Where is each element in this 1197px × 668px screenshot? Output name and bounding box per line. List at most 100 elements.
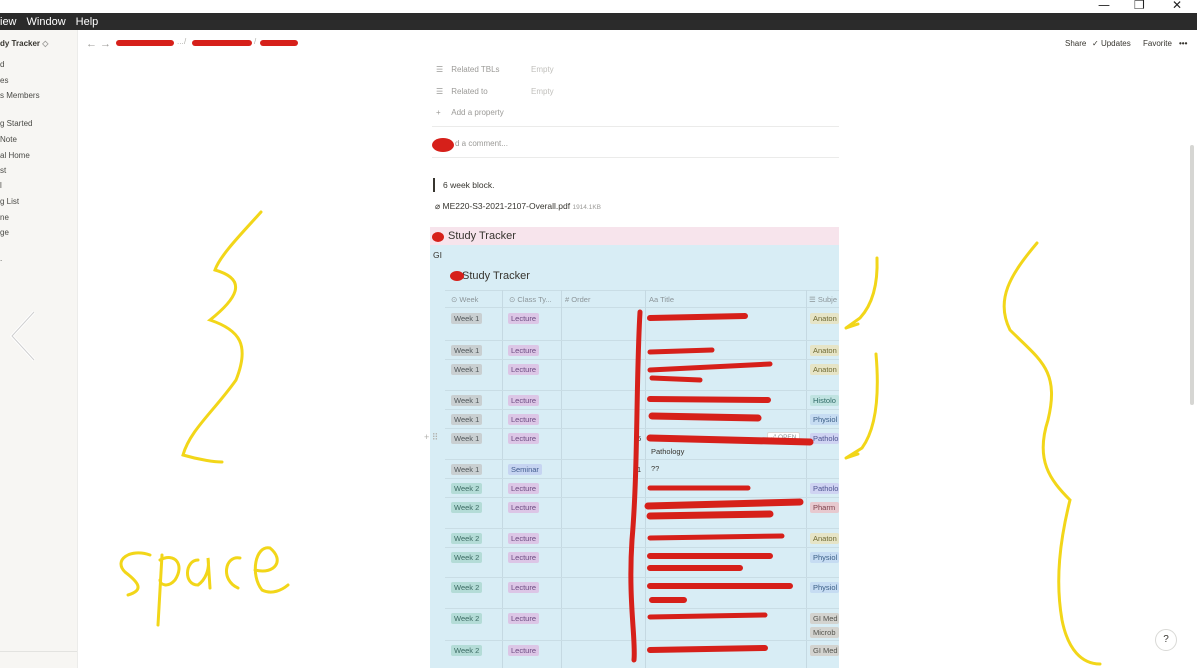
table-header: ⊙ Week ⊙ Class Ty... # Order Aa Title ☰ … (445, 290, 839, 308)
menu-help[interactable]: Help (71, 16, 104, 28)
column-label: Order (571, 295, 591, 304)
table-row[interactable]: Week 2 Lecture GI Med Microb (445, 609, 839, 641)
class-type-tag: Lecture (508, 502, 540, 513)
class-type-tag: Lecture (508, 313, 540, 324)
callout-title[interactable]: Study Tracker (448, 230, 516, 242)
subject-tag: GI Med (810, 613, 839, 624)
scrollbar[interactable] (1189, 60, 1195, 660)
table-row[interactable]: Week 2 Lecture Physiol (445, 548, 839, 578)
sidebar-item[interactable]: ge (0, 228, 9, 237)
column-title[interactable]: Aa Title (649, 295, 674, 304)
week-tag: Week 1 (451, 464, 483, 475)
restore-icon[interactable]: ❐ (1134, 0, 1145, 12)
table-row[interactable]: Week 1 Lecture Anaton (445, 360, 839, 391)
class-type-tag: Lecture (508, 552, 540, 563)
column-subject[interactable]: ☰ Subje (809, 295, 837, 304)
column-order[interactable]: # Order (565, 295, 590, 304)
week-tag: Week 2 (451, 483, 483, 494)
help-button[interactable]: ? (1155, 629, 1177, 651)
sidebar-item[interactable]: . (0, 254, 2, 263)
week-tag: Week 2 (451, 502, 483, 513)
sidebar-item[interactable]: l (0, 181, 2, 190)
sidebar-item-getting-started[interactable]: g Started (0, 119, 32, 128)
forward-arrow-icon[interactable]: → (100, 38, 111, 50)
column-week[interactable]: ⊙ Week (451, 295, 478, 304)
sidebar-item-members[interactable]: s Members (0, 91, 40, 100)
row-title: Pathology (651, 447, 685, 456)
paperclip-icon: ⌀ (435, 201, 441, 211)
drag-handle-icon[interactable]: + ⠿ (424, 432, 438, 443)
property-value[interactable]: Empty (531, 65, 554, 74)
class-type-tag: Lecture (508, 582, 540, 593)
property-related-to[interactable]: ☰ Related to Empty (436, 87, 554, 96)
sidebar-item-home[interactable]: al Home (0, 151, 30, 160)
database-title[interactable]: Study Tracker (462, 270, 530, 282)
scrollbar-thumb[interactable] (1190, 145, 1194, 405)
close-icon[interactable]: ✕ (1172, 0, 1182, 12)
quote-text[interactable]: 6 week block. (443, 180, 495, 190)
table-row[interactable]: Week 2 Lecture GI Med (445, 641, 839, 668)
subject-tag: Anaton (810, 364, 839, 375)
sidebar-item[interactable]: st (0, 166, 6, 175)
workspace-switcher[interactable]: dy Tracker ◇ (0, 39, 48, 48)
updates-button[interactable]: ✓ Updates (1092, 39, 1131, 48)
class-type-tag: Lecture (508, 345, 540, 356)
share-button[interactable]: Share (1065, 39, 1086, 48)
sidebar-item[interactable]: ne (0, 213, 9, 222)
open-label: OPEN (778, 434, 797, 441)
column-class-type[interactable]: ⊙ Class Ty... (509, 295, 552, 304)
table-row[interactable]: Week 2 Lecture Pharm (445, 498, 839, 529)
week-tag: Week 1 (451, 345, 483, 356)
favorite-button[interactable]: Favorite (1143, 39, 1172, 48)
class-type-tag: Lecture (508, 533, 540, 544)
sidebar-item-note[interactable]: Note (0, 135, 17, 144)
table-row[interactable]: Week 1 Lecture Histolo (445, 391, 839, 410)
week-tag: Week 1 (451, 414, 483, 425)
gi-label[interactable]: GI (433, 250, 442, 260)
subject-tag: Anaton (810, 345, 839, 356)
sidebar-item[interactable]: d (0, 60, 4, 69)
comment-input[interactable]: d a comment... (455, 139, 508, 148)
minimize-icon[interactable]: — (1098, 0, 1110, 12)
breadcrumb-redacted[interactable] (260, 40, 298, 46)
back-arrow-icon[interactable]: ← (86, 38, 97, 50)
comment-divider (432, 157, 839, 158)
week-tag: Week 1 (451, 313, 483, 324)
week-tag: Week 1 (451, 364, 483, 375)
table-row[interactable]: Week 2 Lecture Physiol (445, 578, 839, 609)
breadcrumb-redacted[interactable] (192, 40, 252, 46)
file-attachment[interactable]: ⌀ ME220-S3-2021-2107-Overall.pdf 1914.1K… (435, 201, 601, 212)
class-type-tag: Lecture (508, 433, 540, 444)
property-value[interactable]: Empty (531, 87, 554, 96)
previous-arrow-icon[interactable] (8, 308, 40, 364)
column-label: Class Ty... (517, 295, 552, 304)
workspace-name: dy Tracker (0, 39, 41, 48)
properties-divider (432, 126, 839, 127)
property-label: Related to (451, 87, 488, 96)
column-label: Title (660, 295, 675, 304)
list-icon: ☰ (809, 295, 818, 304)
table-row[interactable]: Week 1 Lecture Physiol (445, 410, 839, 429)
sidebar-item-list[interactable]: g List (0, 197, 19, 206)
breadcrumb-redacted[interactable] (116, 40, 174, 46)
breadcrumb-separator: / (254, 37, 257, 46)
menu-window[interactable]: Window (22, 16, 71, 28)
more-icon[interactable]: ••• (1179, 39, 1187, 48)
plus-icon: + (436, 108, 441, 117)
sidebar-item[interactable]: es (0, 76, 8, 85)
squiggle-left (181, 210, 263, 464)
table-row[interactable]: Week 2 Lecture Anaton (445, 529, 839, 548)
property-related-tbls[interactable]: ☰ Related TBLs Empty (436, 65, 554, 74)
table-row[interactable]: Week 1 Lecture Anaton (445, 309, 839, 341)
open-row-button[interactable]: ⤢ OPEN (767, 432, 801, 444)
text-icon: Aa (649, 295, 661, 304)
table-row[interactable]: Week 2 Lecture Patholo (445, 479, 839, 498)
breadcrumb-ellipsis: ... (177, 37, 184, 46)
add-property-button[interactable]: + Add a property (436, 108, 504, 117)
table-row[interactable]: Week 1 Lecture Anaton (445, 341, 839, 360)
table-row[interactable]: Week 1 Seminar 1 ?? (445, 460, 839, 479)
table-row[interactable]: Week 1 Lecture 6 Pathology ⤢ OPEN Pathol… (445, 429, 839, 460)
week-tag: Week 2 (451, 645, 483, 656)
menu-view[interactable]: iew (0, 16, 22, 28)
class-type-tag: Lecture (508, 414, 540, 425)
